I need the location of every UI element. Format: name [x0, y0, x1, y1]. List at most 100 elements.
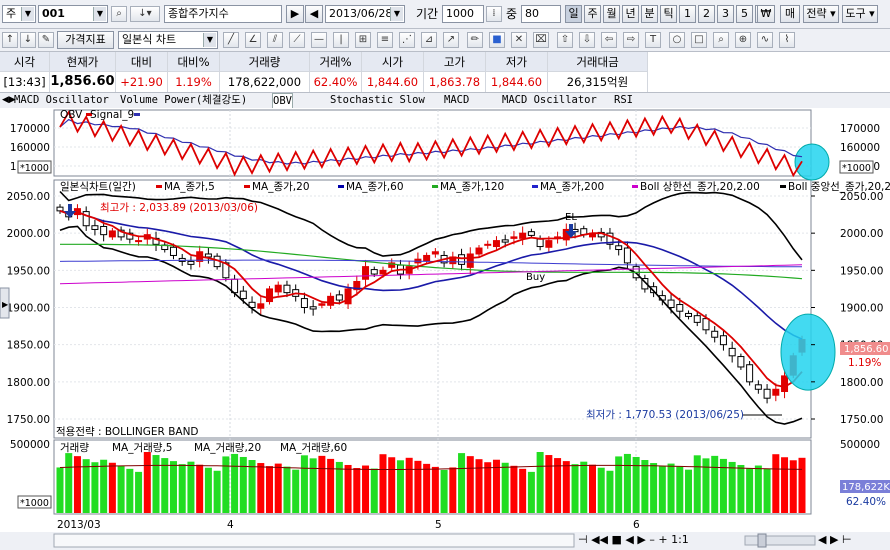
gann-icon[interactable]: ⊿ [421, 32, 437, 48]
edit-icon[interactable]: ✎ [38, 32, 54, 48]
quote-header-9: 거래대금 [548, 52, 648, 72]
strategy-button[interactable]: 전략 ▾ [803, 5, 839, 23]
grid-icon[interactable]: ⊞ [355, 32, 371, 48]
fib-icon[interactable]: ≡ [377, 32, 393, 48]
line-icon[interactable]: ╱ [223, 32, 239, 48]
scroll-end-right-icon[interactable]: ▶ [830, 533, 838, 546]
chevron-down-icon[interactable]: ▼ [390, 7, 403, 21]
zoom-icon[interactable]: ⌕ [713, 32, 729, 48]
tab-5[interactable]: MACD Oscillator [502, 93, 597, 108]
timeframe-button-9[interactable]: 5 [736, 5, 753, 23]
arrow-down-icon[interactable]: ⇩ [579, 32, 595, 48]
indicator-button[interactable]: 가격지표 [57, 31, 114, 49]
date-picker[interactable]: 2013/06/28 ▼ [325, 5, 405, 23]
volume-bar [196, 464, 204, 513]
channel-icon[interactable]: ⫽ [267, 32, 283, 48]
chevron-down-icon[interactable]: ▼ [203, 33, 216, 47]
scroll-start-icon[interactable]: ⊣ [578, 533, 588, 546]
scroll-last-icon[interactable]: ⊢ [842, 533, 852, 546]
step-forward-icon[interactable]: ▶ [637, 533, 645, 546]
rewind-icon[interactable]: ◀◀ [591, 533, 608, 546]
arrow-right-icon[interactable]: ⇨ [623, 32, 639, 48]
delete-icon[interactable]: ⌧ [533, 32, 549, 48]
won-icon[interactable]: ₩ [757, 5, 775, 23]
volume-bar [222, 456, 230, 513]
erase-icon[interactable]: ✕ [511, 32, 527, 48]
color-icon[interactable]: ■ [489, 32, 505, 48]
timeframe-button-3[interactable]: 년 [622, 5, 639, 23]
trend-icon[interactable]: ⟋ [289, 32, 305, 48]
tab-0[interactable]: MACD Oscillator [14, 93, 109, 108]
timeframe-button-7[interactable]: 2 [698, 5, 715, 23]
chevron-down-icon[interactable]: ▼ [21, 7, 34, 21]
hline-icon[interactable]: — [311, 32, 327, 48]
tab-6[interactable]: RSI [614, 93, 633, 108]
timeframe-button-4[interactable]: 분 [641, 5, 658, 23]
timeframe-button-8[interactable]: 3 [717, 5, 734, 23]
circle-icon[interactable]: ○ [669, 32, 685, 48]
arrow-up-icon[interactable]: ⇧ [557, 32, 573, 48]
tab-3[interactable]: Stochastic Slow [330, 93, 425, 108]
volume-bar [135, 471, 143, 513]
horizontal-scrollbar[interactable] [53, 533, 575, 548]
search-icon[interactable]: ⌕ [111, 6, 127, 22]
timeframe-button-6[interactable]: 1 [679, 5, 696, 23]
tools-button[interactable]: 도구 ▾ [842, 5, 878, 23]
vline-icon[interactable]: | [333, 32, 349, 48]
zoom-in-icon[interactable]: + [658, 533, 667, 546]
next-button[interactable]: ▶ [286, 5, 304, 23]
ray-icon[interactable]: ↗ [443, 32, 459, 48]
arrow-up-icon[interactable]: ↑ [2, 32, 18, 48]
tab-4[interactable]: MACD [444, 93, 469, 108]
timeframe-button-2[interactable]: 월 [603, 5, 620, 23]
period-input[interactable]: 1000 [442, 5, 484, 23]
legend-swatch [338, 185, 344, 188]
timeframe-button-0[interactable]: 일 [565, 5, 582, 23]
grid-icon[interactable]: ⁞ [486, 6, 502, 22]
tab-2[interactable]: OBV [272, 93, 293, 108]
candle-body [300, 298, 308, 309]
timeframe-button-5[interactable]: 틱 [660, 5, 677, 23]
stop-icon[interactable]: ■ [612, 533, 622, 546]
arrow-left-icon[interactable]: ⇦ [601, 32, 617, 48]
chevron-right-icon[interactable]: ▶ [2, 300, 9, 309]
pencil-icon[interactable]: ✏ [467, 32, 483, 48]
timeframe-button-1[interactable]: 주 [584, 5, 601, 23]
text-icon[interactable]: T [645, 32, 661, 48]
volume-bar [396, 460, 404, 513]
angle-icon[interactable]: ∠ [245, 32, 261, 48]
sort-icon[interactable]: ↓▾ [130, 6, 160, 22]
volume-bar [746, 468, 754, 513]
legend-swatch [632, 185, 638, 188]
market-select[interactable]: 주 ▼ [2, 5, 36, 23]
scroll-end-icon[interactable]: ◀ [818, 533, 826, 546]
step-back-icon[interactable]: ◀ [625, 533, 633, 546]
zoom-slider-thumb[interactable] [757, 533, 767, 548]
zoom-slider[interactable] [744, 535, 816, 546]
cycle-icon[interactable]: ⋰ [399, 32, 415, 48]
volume-bar [475, 459, 483, 513]
zoom-out-icon[interactable]: – [649, 533, 655, 546]
chart-type-select[interactable]: 일본식 차트 ▼ [118, 31, 218, 49]
volume-bar [458, 453, 466, 513]
quote-value-2: +21.90 [116, 72, 168, 92]
main-toolbar: 주 ▼ 001 ▼ ⌕ ↓▾ 종합주가지수 ▶ ◀ 2013/06/28 ▼ 기간 1… [0, 0, 890, 29]
candle-body [91, 225, 99, 230]
chevron-down-icon[interactable]: ▼ [93, 7, 106, 21]
volume-bar [100, 459, 108, 513]
indicator-icon[interactable]: ∿ [757, 32, 773, 48]
order-button[interactable]: 매 [780, 5, 800, 23]
tab-1[interactable]: Volume Power(체결강도) [120, 93, 247, 108]
overlap-input[interactable]: 80 [521, 5, 561, 23]
volume-bar [658, 466, 666, 513]
zoom-reset-icon[interactable]: ⊕ [735, 32, 751, 48]
volume-pct-tag: 62.40% [846, 496, 886, 508]
candle-body [283, 284, 291, 294]
rect-icon[interactable]: □ [691, 32, 707, 48]
chart-icon[interactable]: ⌇ [779, 32, 795, 48]
prev-button[interactable]: ◀ [305, 5, 323, 23]
code-input[interactable]: 001 ▼ [38, 5, 108, 23]
arrow-down-icon[interactable]: ↓ [20, 32, 36, 48]
volume-legend-item: 거래량 [60, 442, 89, 454]
candle-body [772, 388, 780, 396]
